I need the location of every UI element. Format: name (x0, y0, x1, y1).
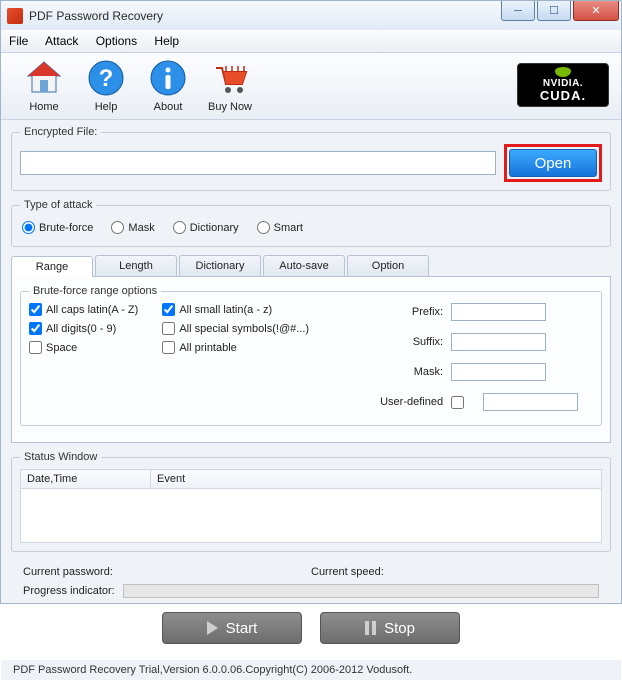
tab-range[interactable]: Range (11, 256, 93, 277)
menubar: File Attack Options Help (1, 30, 621, 53)
status-window-legend: Status Window (20, 451, 101, 463)
window-title: PDF Password Recovery (29, 9, 163, 23)
prefix-label: Prefix: (353, 306, 443, 318)
range-space-checkbox[interactable] (29, 341, 42, 354)
range-caps-checkbox[interactable] (29, 303, 42, 316)
cuda-text: CUDA. (540, 89, 586, 103)
toolbar-home[interactable]: Home (13, 57, 75, 113)
range-options-group: Brute-force range options All caps latin… (20, 285, 602, 426)
start-button[interactable]: Start (162, 612, 302, 644)
userdef-label: User-defined (353, 396, 443, 408)
current-speed-label: Current speed: (311, 566, 384, 578)
close-button[interactable]: ✕ (573, 1, 619, 21)
range-printable[interactable]: All printable (162, 341, 309, 354)
status-col-event[interactable]: Event (151, 470, 602, 489)
attack-dictionary-radio[interactable] (173, 221, 186, 234)
menu-file[interactable]: File (9, 34, 28, 48)
footer-text: PDF Password Recovery Trial,Version 6.0.… (1, 660, 621, 680)
help-icon: ? (85, 57, 127, 99)
toolbar-about[interactable]: About (137, 57, 199, 113)
tab-length[interactable]: Length (95, 255, 177, 276)
progress-bar (123, 584, 599, 598)
mask-input[interactable] (451, 363, 546, 381)
info-icon (147, 57, 189, 99)
range-digits[interactable]: All digits(0 - 9) (29, 322, 138, 335)
attack-type-legend: Type of attack (20, 199, 96, 211)
tab-dictionary[interactable]: Dictionary (179, 255, 261, 276)
stop-button[interactable]: Stop (320, 612, 460, 644)
range-printable-checkbox[interactable] (162, 341, 175, 354)
status-table: Date,Time Event (20, 469, 602, 489)
attack-mask[interactable]: Mask (111, 221, 154, 234)
encrypted-file-group: Encrypted File: Open (11, 126, 611, 191)
maximize-button[interactable]: ☐ (537, 1, 571, 21)
svg-text:?: ? (99, 65, 114, 92)
toolbar: Home ? Help About Buy Now NVIDIA. CUDA. (1, 53, 621, 120)
menu-options[interactable]: Options (96, 34, 137, 48)
suffix-input[interactable] (451, 333, 546, 351)
encrypted-file-legend: Encrypted File: (20, 126, 101, 138)
attack-smart[interactable]: Smart (257, 221, 303, 234)
tab-autosave[interactable]: Auto-save (263, 255, 345, 276)
tab-option[interactable]: Option (347, 255, 429, 276)
userdef-checkbox[interactable] (451, 396, 464, 409)
progress-label: Progress indicator: (23, 585, 115, 597)
status-window-group: Status Window Date,Time Event (11, 451, 611, 552)
toolbar-about-label: About (137, 101, 199, 113)
attack-bruteforce[interactable]: Brute-force (22, 221, 93, 234)
range-special[interactable]: All special symbols(!@#...) (162, 322, 309, 335)
tabstrip: Range Length Dictionary Auto-save Option (11, 255, 611, 277)
suffix-label: Suffix: (353, 336, 443, 348)
attack-type-group: Type of attack Brute-force Mask Dictiona… (11, 199, 611, 247)
attack-bruteforce-radio[interactable] (22, 221, 35, 234)
status-col-datetime[interactable]: Date,Time (21, 470, 151, 489)
toolbar-home-label: Home (13, 101, 75, 113)
nvidia-cuda-badge: NVIDIA. CUDA. (517, 63, 609, 107)
app-icon (7, 8, 23, 24)
range-small-checkbox[interactable] (162, 303, 175, 316)
open-button[interactable]: Open (509, 149, 597, 177)
toolbar-help-label: Help (75, 101, 137, 113)
range-small[interactable]: All small latin(a - z) (162, 303, 309, 316)
pause-icon (365, 621, 376, 635)
mask-label: Mask: (353, 366, 443, 378)
attack-mask-radio[interactable] (111, 221, 124, 234)
stop-label: Stop (384, 620, 415, 637)
toolbar-buynow[interactable]: Buy Now (199, 57, 261, 113)
start-label: Start (226, 620, 258, 637)
userdef-input[interactable] (483, 393, 578, 411)
toolbar-help[interactable]: ? Help (75, 57, 137, 113)
attack-smart-radio[interactable] (257, 221, 270, 234)
home-icon (23, 57, 65, 99)
current-password-label: Current password: (23, 566, 113, 578)
range-digits-checkbox[interactable] (29, 322, 42, 335)
prefix-input[interactable] (451, 303, 546, 321)
menu-attack[interactable]: Attack (45, 34, 78, 48)
open-button-highlight: Open (504, 144, 602, 182)
play-icon (207, 621, 218, 635)
menu-help[interactable]: Help (154, 34, 179, 48)
tab-panel-range: Brute-force range options All caps latin… (11, 277, 611, 443)
nvidia-logo-icon (555, 67, 571, 77)
attack-dictionary[interactable]: Dictionary (173, 221, 239, 234)
toolbar-buynow-label: Buy Now (199, 101, 261, 113)
range-options-legend: Brute-force range options (29, 285, 161, 297)
range-special-checkbox[interactable] (162, 322, 175, 335)
range-space[interactable]: Space (29, 341, 138, 354)
status-table-body[interactable] (20, 489, 602, 543)
minimize-button[interactable]: ─ (501, 1, 535, 21)
titlebar: PDF Password Recovery ─ ☐ ✕ (0, 0, 622, 30)
encrypted-file-input[interactable] (20, 151, 496, 175)
cart-icon (209, 57, 251, 99)
range-caps[interactable]: All caps latin(A - Z) (29, 303, 138, 316)
